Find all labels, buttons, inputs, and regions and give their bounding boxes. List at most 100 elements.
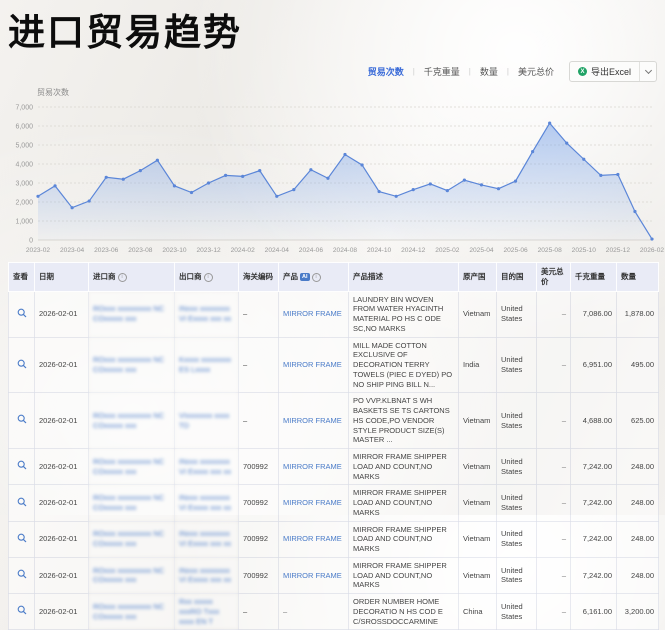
- header-importer: 进口商i: [89, 263, 175, 292]
- svg-text:2023-06: 2023-06: [94, 247, 119, 254]
- view-detail-button[interactable]: [17, 533, 27, 546]
- exporter-cell[interactable]: VIxxxxxxx xxxx TD: [175, 393, 239, 449]
- svg-text:2025-02: 2025-02: [435, 247, 460, 254]
- info-icon[interactable]: i: [204, 273, 213, 282]
- svg-text:6,000: 6,000: [15, 124, 33, 131]
- date-cell: 2026-02-01: [35, 557, 89, 593]
- exporter-cell[interactable]: INxxx xxxxxxxx VI Exxxx xxx xx: [175, 291, 239, 337]
- kg-weight-cell: 7,242.00: [571, 557, 617, 593]
- product-cell[interactable]: –: [279, 594, 349, 630]
- product-cell[interactable]: MIRROR FRAME: [279, 337, 349, 393]
- page-title: 进口贸易趋势: [8, 2, 242, 56]
- view-cell: [9, 337, 35, 393]
- view-detail-button[interactable]: [17, 497, 27, 510]
- dest-country-cell: United States: [497, 393, 537, 449]
- usd-total-cell: –: [537, 594, 571, 630]
- date-cell: 2026-02-01: [35, 337, 89, 393]
- date-cell: 2026-02-01: [35, 594, 89, 630]
- info-icon[interactable]: i: [118, 273, 127, 282]
- svg-text:1,000: 1,000: [15, 219, 33, 226]
- importer-cell[interactable]: ROxxx xxxxxxxxx NC COxxxxx xxx: [89, 521, 175, 557]
- svg-text:2024-06: 2024-06: [299, 247, 324, 254]
- view-detail-button[interactable]: [17, 414, 27, 427]
- dest-country-cell: United States: [497, 449, 537, 485]
- usd-total-cell: –: [537, 521, 571, 557]
- tab-divider: |: [507, 67, 509, 76]
- usd-total-cell: –: [537, 449, 571, 485]
- view-detail-button[interactable]: [17, 308, 27, 321]
- product-cell[interactable]: MIRROR FRAME: [279, 393, 349, 449]
- exporter-cell[interactable]: Kxxxx xxxxxxxx ES Lxxxx: [175, 337, 239, 393]
- exporter-cell[interactable]: Rxx xxxxx xxxRO Txxx xxxx EN T: [175, 594, 239, 630]
- product-desc-cell: PO VVP.KLBNAT S WH BASKETS SE TS CARTONS…: [349, 393, 459, 449]
- svg-text:2026-02: 2026-02: [640, 247, 665, 254]
- importer-cell[interactable]: ROxxx xxxxxxxxx NC COxxxxx xxx: [89, 557, 175, 593]
- view-cell: [9, 594, 35, 630]
- import-trade-trend-page: 进口贸易趋势 贸易次数 | 千克重量 | 数量 | 美元总价 X 导出Excel…: [0, 0, 665, 515]
- view-detail-button[interactable]: [17, 569, 27, 582]
- svg-text:4,000: 4,000: [15, 162, 33, 169]
- exporter-cell[interactable]: INxxx xxxxxxxx VI Exxxx xxx xx: [175, 521, 239, 557]
- svg-text:2024-10: 2024-10: [367, 247, 392, 254]
- table-body: 2026-02-01 ROxxx xxxxxxxxx NC COxxxxx xx…: [9, 291, 659, 630]
- magnifier-icon: [17, 533, 27, 543]
- svg-text:2025-06: 2025-06: [503, 247, 528, 254]
- origin-country-cell: Vietnam: [459, 449, 497, 485]
- magnifier-icon: [17, 460, 27, 470]
- svg-text:2024-04: 2024-04: [265, 247, 290, 254]
- header-product: 产品AIi: [279, 263, 349, 292]
- origin-country-cell: India: [459, 337, 497, 393]
- origin-country-cell: Vietnam: [459, 485, 497, 521]
- view-detail-button[interactable]: [17, 605, 27, 618]
- dest-country-cell: United States: [497, 291, 537, 337]
- importer-cell[interactable]: ROxxx xxxxxxxxx NC COxxxxx xxx: [89, 485, 175, 521]
- exporter-cell[interactable]: INxxx xxxxxxxx VI Exxxx xxx xx: [175, 449, 239, 485]
- product-cell[interactable]: MIRROR FRAME: [279, 449, 349, 485]
- hs-code-cell: 700992: [239, 521, 279, 557]
- header-view: 查看: [9, 263, 35, 292]
- table-header-row: 查看 日期 进口商i 出口商i 海关编码 产品AIi 产品描述 原产国 目的国 …: [9, 263, 659, 292]
- tab-quantity[interactable]: 数量: [478, 65, 500, 78]
- tab-kg-weight[interactable]: 千克重量: [422, 65, 462, 78]
- exporter-cell[interactable]: INxxx xxxxxxxx VI Exxxx xxx xx: [175, 557, 239, 593]
- tab-trade-count[interactable]: 贸易次数: [366, 65, 406, 78]
- quantity-cell: 625.00: [617, 393, 659, 449]
- importer-cell[interactable]: ROxxx xxxxxxxxx NC COxxxxx xxx: [89, 291, 175, 337]
- table-row: 2026-02-01 ROxxx xxxxxxxxx NC COxxxxx xx…: [9, 291, 659, 337]
- tab-divider: |: [413, 67, 415, 76]
- export-dropdown-button[interactable]: [639, 62, 656, 81]
- excel-icon: X: [578, 67, 587, 76]
- export-excel-button[interactable]: X 导出Excel: [570, 62, 639, 81]
- hs-code-cell: 700992: [239, 485, 279, 521]
- product-cell[interactable]: MIRROR FRAME: [279, 521, 349, 557]
- tab-usd-total[interactable]: 美元总价: [516, 65, 556, 78]
- dest-country-cell: United States: [497, 521, 537, 557]
- quantity-cell: 248.00: [617, 449, 659, 485]
- view-detail-button[interactable]: [17, 359, 27, 372]
- view-detail-button[interactable]: [17, 460, 27, 473]
- importer-cell[interactable]: ROxxx xxxxxxxxx NC COxxxxx xxx: [89, 449, 175, 485]
- magnifier-icon: [17, 359, 27, 369]
- dest-country-cell: United States: [497, 594, 537, 630]
- product-cell[interactable]: MIRROR FRAME: [279, 291, 349, 337]
- kg-weight-cell: 7,086.00: [571, 291, 617, 337]
- quantity-cell: 1,878.00: [617, 291, 659, 337]
- view-cell: [9, 485, 35, 521]
- quantity-cell: 248.00: [617, 557, 659, 593]
- view-cell: [9, 557, 35, 593]
- header-kg-weight: 千克重量: [571, 263, 617, 292]
- view-cell: [9, 521, 35, 557]
- quantity-cell: 248.00: [617, 485, 659, 521]
- svg-text:2024-08: 2024-08: [333, 247, 358, 254]
- table-row: 2026-02-01 ROxxx xxxxxxxxx NC COxxxxx xx…: [9, 521, 659, 557]
- importer-cell[interactable]: ROxxx xxxxxxxxx NC COxxxxx xxx: [89, 337, 175, 393]
- product-cell[interactable]: MIRROR FRAME: [279, 485, 349, 521]
- info-icon[interactable]: i: [312, 273, 321, 282]
- product-cell[interactable]: MIRROR FRAME: [279, 557, 349, 593]
- importer-cell[interactable]: ROxxx xxxxxxxxx NC COxxxxx xxx: [89, 594, 175, 630]
- exporter-cell[interactable]: INxxx xxxxxxxx VI Exxxx xxx xx: [175, 485, 239, 521]
- hs-code-cell: –: [239, 291, 279, 337]
- header-quantity: 数量: [617, 263, 659, 292]
- tab-divider: |: [469, 67, 471, 76]
- importer-cell[interactable]: ROxxx xxxxxxxxx NC COxxxxx xxx: [89, 393, 175, 449]
